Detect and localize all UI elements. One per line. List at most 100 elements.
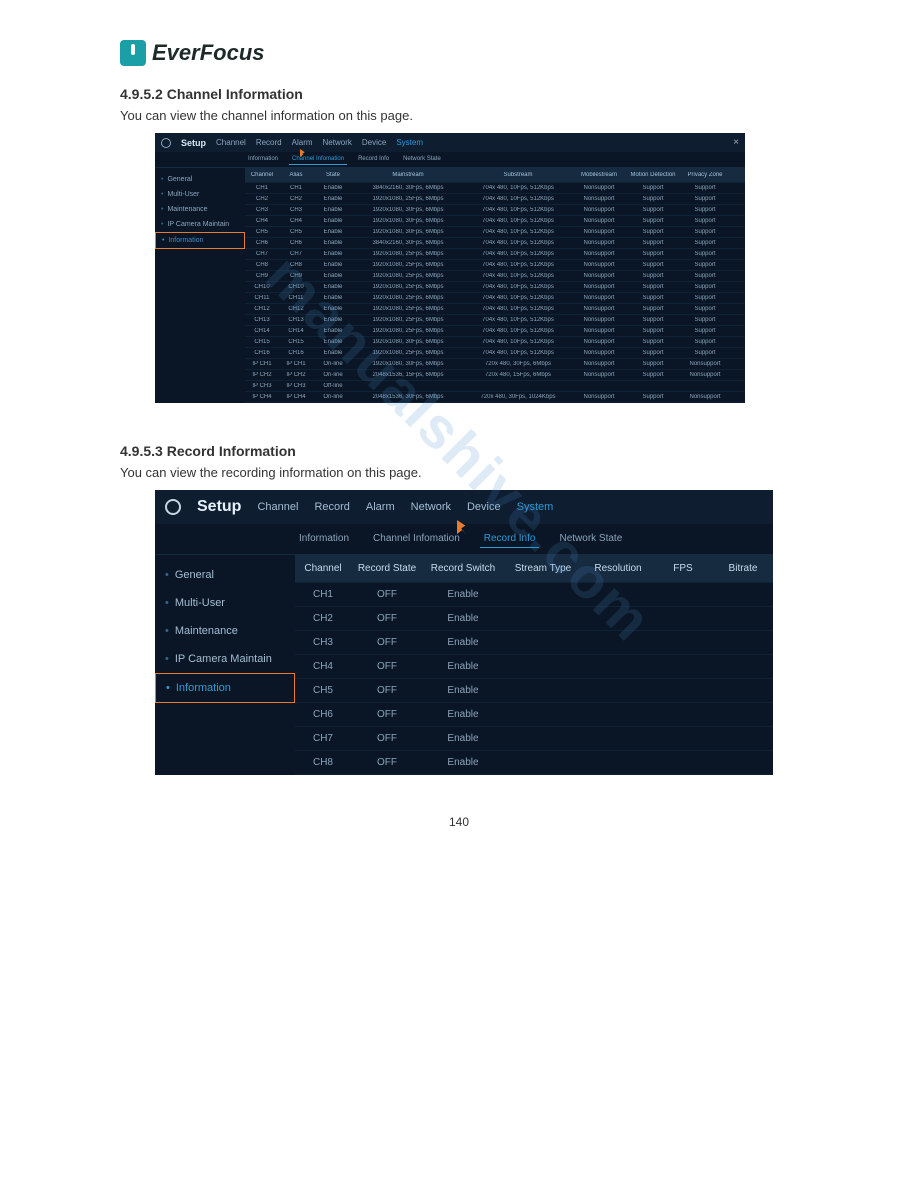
cell: 1920x1080, 25Fps, 6Mbps [353, 317, 463, 323]
table-row[interactable]: CH11CH11Enable1920x1080, 25Fps, 6Mbps704… [245, 293, 745, 304]
cell: CH9 [279, 273, 313, 279]
cell [713, 733, 773, 744]
top-tab-device[interactable]: Device [467, 501, 501, 513]
top-tab-channel[interactable]: Channel [216, 138, 246, 147]
cell: CH11 [245, 295, 279, 301]
cell: Support [681, 273, 729, 279]
cell: Nonsupport [681, 361, 729, 367]
table-row[interactable]: CH7OFFEnable [295, 727, 773, 751]
col-header: Record Switch [423, 563, 503, 574]
cell: CH1 [295, 589, 351, 600]
cell: IP CH3 [245, 383, 279, 389]
cell [681, 383, 729, 389]
top-tab-system[interactable]: System [517, 501, 554, 513]
cell: Support [625, 317, 681, 323]
cell: Nonsupport [573, 262, 625, 268]
table-row[interactable]: CH5OFFEnable [295, 679, 773, 703]
section-2-text: 4.9.5.3 Record Information You can view … [120, 443, 798, 480]
top-tab-record[interactable]: Record [256, 138, 282, 147]
sidebar-item-ip-camera-maintain[interactable]: IP Camera Maintain [155, 645, 295, 673]
cell [713, 685, 773, 696]
top-tab-alarm[interactable]: Alarm [292, 138, 313, 147]
sidebar-item-maintenance[interactable]: Maintenance [155, 202, 245, 217]
cell: CH10 [245, 284, 279, 290]
table-row[interactable]: CH12CH12Enable1920x1080, 25Fps, 6Mbps704… [245, 304, 745, 315]
sidebar-item-ip-camera-maintain[interactable]: IP Camera Maintain [155, 217, 245, 232]
table-row[interactable]: IP CH1IP CH1On-line1920x1080, 30Fps, 6Mb… [245, 359, 745, 370]
table-row[interactable]: CH5CH5Enable1920x1080, 30Fps, 6Mbps704x … [245, 227, 745, 238]
cell [653, 757, 713, 768]
sidebar-item-general[interactable]: General [155, 172, 245, 187]
cell: 1920x1080, 25Fps, 6Mbps [353, 295, 463, 301]
top-tab-record[interactable]: Record [314, 501, 349, 513]
cell: 704x 480, 10Fps, 512Kbps [463, 251, 573, 257]
cell [573, 383, 625, 389]
cell: 720x 480, 30Fps, 6Mbps [463, 361, 573, 367]
cell: Support [681, 251, 729, 257]
top-tab-channel[interactable]: Channel [257, 501, 298, 513]
sidebar-item-information[interactable]: Information [155, 232, 245, 249]
top-tab-device[interactable]: Device [362, 138, 386, 147]
setup-title: Setup [181, 138, 206, 148]
cell [653, 685, 713, 696]
cell: CH1 [279, 185, 313, 191]
table-row[interactable]: CH16CH16Enable1920x1080, 25Fps, 6Mbps704… [245, 348, 745, 359]
cell [713, 637, 773, 648]
table-row[interactable]: CH7CH7Enable1920x1080, 25Fps, 6Mbps704x … [245, 249, 745, 260]
table-row[interactable]: IP CH3IP CH3Off-line [245, 381, 745, 392]
table-row[interactable]: CH10CH10Enable1920x1080, 25Fps, 6Mbps704… [245, 282, 745, 293]
top-tab-alarm[interactable]: Alarm [366, 501, 395, 513]
top-tab-system[interactable]: System [396, 138, 423, 147]
top-tab-network[interactable]: Network [411, 501, 451, 513]
table-row[interactable]: CH6CH6Enable3840x2160, 30Fps, 6Mbps704x … [245, 238, 745, 249]
table-row[interactable]: CH3OFFEnable [295, 631, 773, 655]
sub-tab-record-info[interactable]: Record Info [355, 154, 392, 165]
table-row[interactable]: IP CH2IP CH2On-line2048x1536, 15Fps, 6Mb… [245, 370, 745, 381]
table-row[interactable]: CH13CH13Enable1920x1080, 25Fps, 6Mbps704… [245, 315, 745, 326]
table-row[interactable]: CH8CH8Enable1920x1080, 25Fps, 6Mbps704x … [245, 260, 745, 271]
table-row[interactable]: CH15CH15Enable1920x1080, 30Fps, 6Mbps704… [245, 337, 745, 348]
cell: 1920x1080, 25Fps, 6Mbps [353, 306, 463, 312]
table-row[interactable]: CH2OFFEnable [295, 607, 773, 631]
cell: CH2 [295, 613, 351, 624]
sub-tab-channel-infomation[interactable]: Channel Infomation [369, 530, 464, 548]
sidebar-item-information[interactable]: Information [155, 673, 295, 703]
cell: OFF [351, 733, 423, 744]
cell: Support [625, 240, 681, 246]
cell: IP CH1 [279, 361, 313, 367]
table-row[interactable]: CH2CH2Enable1920x1080, 25Fps, 6Mbps704x … [245, 194, 745, 205]
sub-tab-record-info[interactable]: Record Info [480, 530, 540, 548]
cell: Support [681, 229, 729, 235]
cell: Support [681, 339, 729, 345]
top-tab-network[interactable]: Network [323, 138, 352, 147]
sub-tab-information[interactable]: Information [295, 530, 353, 548]
sidebar-item-multi-user[interactable]: Multi-User [155, 589, 295, 617]
sub-tab-network-state[interactable]: Network State [400, 154, 444, 165]
sub-tab-channel-infomation[interactable]: Channel Infomation [289, 154, 347, 165]
cell [713, 661, 773, 672]
sub-tab-network-state[interactable]: Network State [555, 530, 626, 548]
cell: Support [625, 284, 681, 290]
table-row[interactable]: CH6OFFEnable [295, 703, 773, 727]
sidebar-item-multi-user[interactable]: Multi-User [155, 187, 245, 202]
sub-tab-information[interactable]: Information [245, 154, 281, 165]
table-row[interactable]: CH9CH9Enable1920x1080, 25Fps, 6Mbps704x … [245, 271, 745, 282]
close-icon[interactable]: × [733, 137, 739, 148]
table-row[interactable]: CH3CH3Enable1920x1080, 30Fps, 6Mbps704x … [245, 205, 745, 216]
cell: 720x 480, 30Fps, 1024Kbps [463, 394, 573, 400]
table-row[interactable]: CH1CH1Enable3840x2160, 30Fps, 6Mbps704x … [245, 183, 745, 194]
table-row[interactable]: CH14CH14Enable1920x1080, 25Fps, 6Mbps704… [245, 326, 745, 337]
table-row[interactable]: CH8OFFEnable [295, 751, 773, 775]
sidebar-item-maintenance[interactable]: Maintenance [155, 617, 295, 645]
table-row[interactable]: CH4CH4Enable1920x1080, 30Fps, 6Mbps704x … [245, 216, 745, 227]
cell: 704x 480, 10Fps, 512Kbps [463, 317, 573, 323]
table-row[interactable]: IP CH4IP CH4On-line2048x1536, 30Fps, 6Mb… [245, 392, 745, 403]
table-row[interactable]: CH4OFFEnable [295, 655, 773, 679]
cell: Nonsupport [573, 350, 625, 356]
table-row[interactable]: CH1OFFEnable [295, 583, 773, 607]
section-2-heading: Record Information [167, 443, 296, 459]
sidebar-item-general[interactable]: General [155, 561, 295, 589]
section-2-title: 4.9.5.3 Record Information [120, 443, 798, 459]
gear-icon[interactable] [165, 499, 181, 515]
gear-icon[interactable] [161, 138, 171, 148]
